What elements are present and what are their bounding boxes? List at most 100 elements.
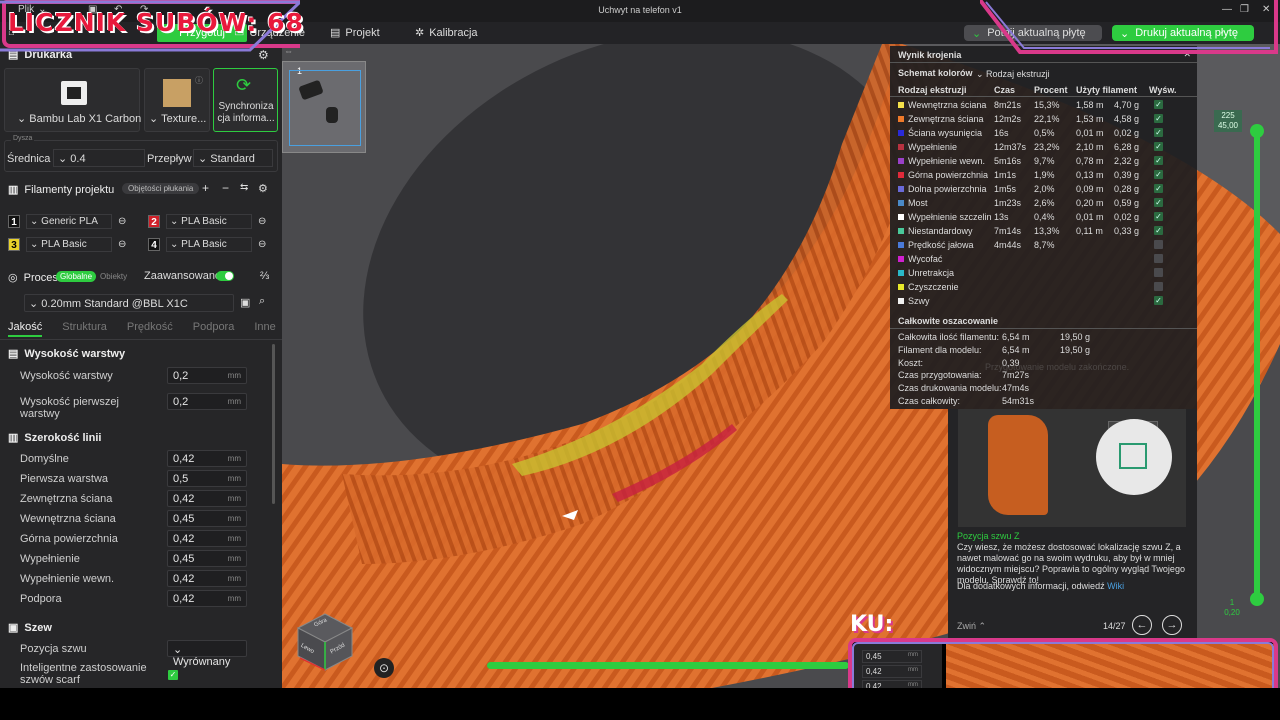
save-preset-icon[interactable]: ▣ [240, 296, 250, 309]
visibility-checkbox[interactable] [1154, 240, 1163, 249]
wiki-link[interactable]: Wiki [1107, 581, 1124, 591]
filament-item[interactable]: 1 ⌄ Generic PLA ⊖ [8, 214, 126, 229]
setting-label: Górna powierzchnia [20, 533, 118, 545]
info-icon[interactable]: ⓘ [195, 75, 203, 86]
extrusion-color-swatch [898, 270, 904, 276]
view-cube[interactable]: Góra Lewo Przód [294, 610, 356, 672]
scarf-seam-checkbox[interactable]: ✓ [168, 670, 178, 680]
filament-item[interactable]: 4 ⌄ PLA Basic ⊖ [148, 237, 266, 252]
extrusion-length: 1,53 m [1076, 114, 1104, 124]
visibility-checkbox[interactable]: ✓ [1154, 100, 1163, 109]
visibility-checkbox[interactable]: ✓ [1154, 170, 1163, 179]
visibility-checkbox[interactable]: ✓ [1154, 226, 1163, 235]
estimate-label: Czas drukowania modelu: [898, 383, 1002, 394]
sync-card[interactable]: ⟳ Synchroniza cja informa... [213, 68, 278, 132]
fit-view-icon[interactable]: ⊙ [374, 658, 394, 678]
remove-icon[interactable]: − [222, 181, 229, 195]
filament-select[interactable]: ⌄ Generic PLA [26, 214, 112, 229]
diameter-select[interactable]: ⌄ 0.4 [53, 149, 145, 167]
setting-input[interactable]: 0,45 mm [167, 510, 247, 527]
visibility-checkbox[interactable] [1154, 268, 1163, 277]
sub-counter-text: LICZNIK SUBÓW: 68 [8, 8, 304, 37]
filament-item[interactable]: 3 ⌄ PLA Basic ⊖ [8, 237, 126, 252]
extrusion-name: Dolna powierzchnia [898, 184, 987, 194]
plate-thumbnail[interactable]: 1 [282, 61, 366, 153]
collapse-tip-button[interactable]: Zwiń ⌃ [957, 621, 986, 632]
layer-slider-track[interactable] [1254, 128, 1260, 598]
objects-toggle[interactable]: Obiekty [100, 272, 127, 281]
tab-structure[interactable]: Struktura [62, 321, 107, 337]
filament-select[interactable]: ⌄ PLA Basic [26, 237, 112, 252]
visibility-checkbox[interactable]: ✓ [1154, 128, 1163, 137]
horizontal-move-slider[interactable] [487, 662, 849, 669]
filament-options-icon[interactable]: ⊖ [258, 216, 266, 227]
tab-other[interactable]: Inne [254, 321, 275, 337]
visibility-checkbox[interactable]: ✓ [1154, 212, 1163, 221]
seam-icon: ▣ [8, 622, 19, 634]
process-preset-select[interactable]: ⌄ 0.20mm Standard @BBL X1C [24, 294, 234, 312]
setting-input[interactable]: 0,2 mm [167, 393, 247, 410]
gear-icon[interactable]: ⚙ [258, 182, 268, 195]
extrusion-weight: 6,28 g [1114, 142, 1140, 152]
visibility-checkbox[interactable]: ✓ [1154, 184, 1163, 193]
add-icon[interactable]: + [202, 181, 209, 195]
divider [890, 62, 1197, 63]
sync-filament-icon[interactable]: ⇆ [240, 182, 248, 193]
extrusion-weight: 0,02 g [1114, 212, 1140, 222]
setting-input[interactable]: 0,42 mm [167, 490, 247, 507]
top-layer-handle[interactable] [1250, 124, 1264, 138]
filament-options-icon[interactable]: ⊖ [118, 239, 126, 250]
setting-input[interactable]: 0,42 mm [167, 570, 247, 587]
next-tip-icon[interactable]: → [1162, 615, 1182, 635]
advanced-switch[interactable] [216, 271, 234, 281]
estimate-label: Całkowita ilość filamentu: [898, 332, 1000, 342]
visibility-checkbox[interactable]: ✓ [1154, 156, 1163, 165]
setting-input[interactable]: 0,42 mm [167, 450, 247, 467]
setting-label: Wysokość pierwszej warstwy [20, 396, 119, 420]
extrusion-weight: 4,58 g [1114, 114, 1140, 124]
search-icon[interactable]: ⌕ [259, 295, 265, 308]
tab-calibration[interactable]: ✲ Kalibracja [415, 26, 478, 40]
tab-support[interactable]: Podpora [193, 321, 235, 337]
extrusion-name-text: Prędkość jałowa [908, 240, 974, 250]
visibility-checkbox[interactable] [1154, 254, 1163, 263]
filament-select[interactable]: ⌄ PLA Basic [166, 237, 252, 252]
setting-input[interactable]: 0,2 mm [167, 367, 247, 384]
visibility-checkbox[interactable]: ✓ [1154, 142, 1163, 151]
filament-options-icon[interactable]: ⊖ [258, 239, 266, 250]
extrusion-color-swatch [898, 242, 904, 248]
seam-position-label: Pozycja szwu [20, 643, 87, 655]
filament-options-icon[interactable]: ⊖ [118, 216, 126, 227]
setting-input[interactable]: 0,42 mm [167, 530, 247, 547]
filament-select[interactable]: ⌄ PLA Basic [166, 214, 252, 229]
visibility-checkbox[interactable] [1154, 282, 1163, 291]
printer-card[interactable]: ⌄ Bambu Lab X1 Carbon [4, 68, 141, 132]
extrusion-name: Czyszczenie [898, 282, 959, 292]
seam-position-select[interactable]: ⌄ Wyrównany [167, 640, 247, 668]
sidebar-scrollbar[interactable] [272, 344, 275, 504]
tab-project[interactable]: ▤ Projekt [330, 26, 380, 40]
filament-item[interactable]: 2 ⌄ PLA Basic ⊖ [148, 214, 266, 229]
visibility-checkbox[interactable]: ✓ [1154, 198, 1163, 207]
extrusion-name: Unretrakcja [898, 268, 954, 278]
tab-speed[interactable]: Prędkość [127, 321, 173, 337]
extrusion-name: Niestandardowy [898, 226, 973, 236]
setting-input[interactable]: 0,45 mm [167, 550, 247, 567]
compare-icon[interactable]: ⅔ [260, 270, 269, 282]
flow-select[interactable]: ⌄ Standard [193, 149, 273, 167]
setting-input[interactable]: 0,42 mm [167, 590, 247, 607]
extrusion-color-swatch [898, 172, 904, 178]
visibility-checkbox[interactable]: ✓ [1154, 114, 1163, 123]
setting-value: 0,42 [173, 533, 195, 545]
setting-input[interactable]: 0,5 mm [167, 470, 247, 487]
extrusion-name-text: Wewnętrzna ściana [908, 100, 987, 110]
prev-tip-icon[interactable]: ← [1132, 615, 1152, 635]
bottom-layer-handle[interactable] [1250, 592, 1264, 606]
tab-quality[interactable]: Jakość [8, 321, 43, 337]
global-toggle[interactable]: Globalne [56, 271, 97, 282]
process-icon: ◎ [8, 272, 18, 284]
purge-volumes-badge[interactable]: Objętości płukania [122, 183, 200, 194]
visibility-checkbox[interactable]: ✓ [1154, 296, 1163, 305]
color-scheme-select[interactable]: ⌄ Rodzaj ekstruzji [976, 69, 1050, 80]
plate-card[interactable]: ⓘ ⌄ Texture... [144, 68, 210, 132]
